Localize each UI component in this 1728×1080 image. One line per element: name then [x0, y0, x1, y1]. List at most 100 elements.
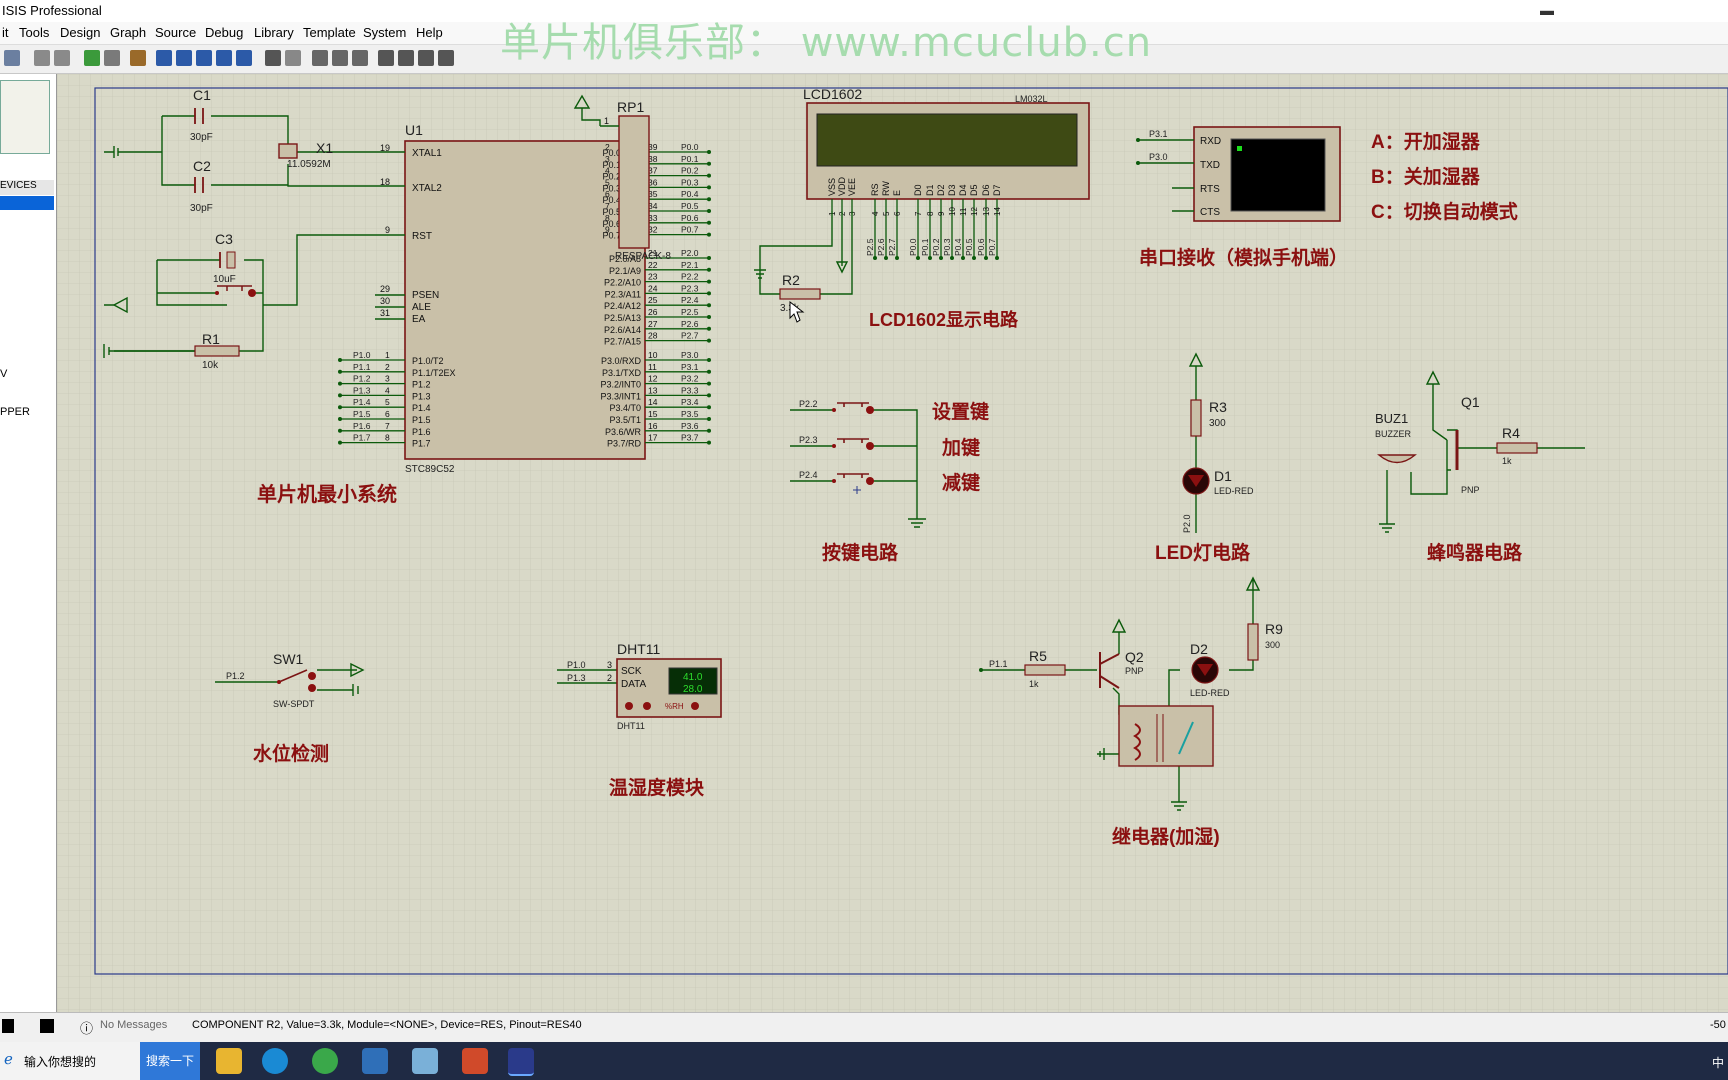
x1-symbol	[278, 143, 298, 159]
zoom-in-icon[interactable]	[176, 50, 192, 66]
r1-symbol	[194, 345, 240, 357]
menu-edit[interactable]: it	[2, 25, 9, 40]
r5-ref: R5	[1029, 648, 1047, 664]
junction-dot	[338, 358, 342, 362]
junction-dot	[707, 369, 711, 374]
block-move-icon[interactable]	[398, 50, 414, 66]
zoom-area-icon[interactable]	[236, 50, 252, 66]
junction-dot	[338, 393, 342, 398]
r9-symbol	[1247, 623, 1259, 661]
menu-graph[interactable]: Graph	[110, 25, 146, 40]
junction-dot	[1136, 138, 1140, 142]
junction-dot	[707, 291, 711, 296]
ime-indicator[interactable]: 中	[1712, 1056, 1724, 1070]
mcu-net-label: P3.5	[681, 409, 699, 419]
device-list-item[interactable]: PPER	[0, 406, 30, 418]
r3-value: 300	[1209, 418, 1226, 429]
net-label: P1.1	[989, 659, 1008, 669]
zoom-out-icon[interactable]	[196, 50, 212, 66]
lcd-pin-name: VDD	[837, 176, 847, 196]
junction-dot	[707, 185, 711, 190]
dht11-rh-label: %RH	[665, 702, 684, 711]
save-icon[interactable]	[4, 50, 20, 66]
device-list-selected[interactable]	[0, 196, 54, 210]
label-water-level: 水位检测	[253, 742, 329, 765]
menu-template[interactable]: Template	[303, 25, 356, 40]
play-icon[interactable]	[2, 1019, 14, 1033]
key-pin	[832, 444, 836, 448]
grid-icon[interactable]	[104, 50, 120, 66]
junction-dot	[707, 209, 711, 213]
origin-icon[interactable]	[130, 50, 146, 66]
mcu-pin-number: 8	[385, 433, 390, 443]
redo-icon[interactable]	[285, 50, 301, 66]
d2-value: LED-RED	[1190, 688, 1230, 698]
junction-dot	[707, 173, 711, 178]
menu-debug[interactable]: Debug	[205, 25, 243, 40]
cut-icon[interactable]	[312, 50, 328, 66]
block-rotate-icon[interactable]	[418, 50, 434, 66]
mcu-net-label: P0.6	[681, 213, 699, 223]
q1-ref: Q1	[1461, 394, 1480, 410]
r2-symbol	[779, 288, 821, 300]
app-icon[interactable]	[412, 1048, 438, 1074]
zoom-all-icon[interactable]	[216, 50, 232, 66]
search-button[interactable]: 搜索一下	[140, 1042, 200, 1080]
terminal-pin: TXD	[1200, 160, 1220, 171]
lcd-pin-name: RW	[881, 181, 891, 196]
isis-app-icon[interactable]	[508, 1048, 534, 1076]
mcu-net-label: P0.2	[681, 166, 699, 176]
print-icon[interactable]	[34, 50, 50, 66]
device-list-item[interactable]: V	[0, 368, 7, 380]
app-icon[interactable]	[312, 1048, 338, 1074]
block-delete-icon[interactable]	[438, 50, 454, 66]
label-led-circuit: LED灯电路	[1155, 541, 1251, 564]
menu-system[interactable]: System	[363, 25, 406, 40]
minimize-icon[interactable]: ▬	[1540, 2, 1554, 18]
schematic-canvas[interactable]: C1 30pF C2 30pF X1 11.0592M C3 10uF R1 1…	[57, 74, 1728, 1012]
junction-dot	[707, 279, 711, 284]
dht11-pin-sck: SCK	[621, 666, 642, 677]
c3-value: 10uF	[213, 274, 236, 285]
file-explorer-icon[interactable]	[216, 1048, 242, 1074]
mcu-pin-number: 26	[648, 307, 658, 317]
dht11-button-icon[interactable]	[643, 702, 651, 710]
menu-library[interactable]: Library	[254, 25, 294, 40]
mcu-pin-number: 15	[648, 409, 658, 419]
search-box[interactable]: ℯ 输入你想搜的	[0, 1042, 140, 1080]
r4-ref: R4	[1502, 425, 1520, 441]
menu-design[interactable]: Design	[60, 25, 100, 40]
r5-symbol	[1024, 664, 1066, 676]
lcd-pin-name: D3	[947, 184, 957, 196]
pan-icon[interactable]	[156, 50, 172, 66]
menu-tools[interactable]: Tools	[19, 25, 49, 40]
lcd-net-label: P0.4	[953, 238, 963, 256]
mcu-net-label: P3.0	[681, 350, 699, 360]
refresh-icon[interactable]	[84, 50, 100, 66]
mcu-net-label: P1.1	[353, 362, 371, 372]
dht11-button-icon[interactable]	[691, 702, 699, 710]
stop-icon[interactable]	[40, 1019, 54, 1033]
key-pin	[866, 406, 874, 414]
q2-ref: Q2	[1125, 649, 1144, 665]
paste-icon[interactable]	[352, 50, 368, 66]
menu-source[interactable]: Source	[155, 25, 196, 40]
dht11-button-icon[interactable]	[625, 702, 633, 710]
overview-window[interactable]	[0, 80, 50, 154]
edge-browser-icon[interactable]	[262, 1048, 288, 1074]
block-copy-icon[interactable]	[378, 50, 394, 66]
mcu-pin-number: 4	[385, 385, 390, 395]
pin-rst: RST	[412, 231, 432, 242]
messages-status[interactable]: No Messages	[100, 1019, 167, 1031]
search-app-icon[interactable]	[362, 1048, 388, 1074]
menu-help[interactable]: Help	[416, 25, 443, 40]
r1-ref: R1	[202, 331, 220, 347]
rp1-pin-number: 7	[605, 201, 610, 211]
mcu-pin-name: P3.4/T0	[609, 403, 641, 413]
area-icon[interactable]	[54, 50, 70, 66]
app-icon[interactable]	[462, 1048, 488, 1074]
copy-icon[interactable]	[332, 50, 348, 66]
undo-icon[interactable]	[265, 50, 281, 66]
mcu-net-label: P0.1	[681, 154, 699, 164]
pin-xtal2: XTAL2	[412, 183, 442, 194]
